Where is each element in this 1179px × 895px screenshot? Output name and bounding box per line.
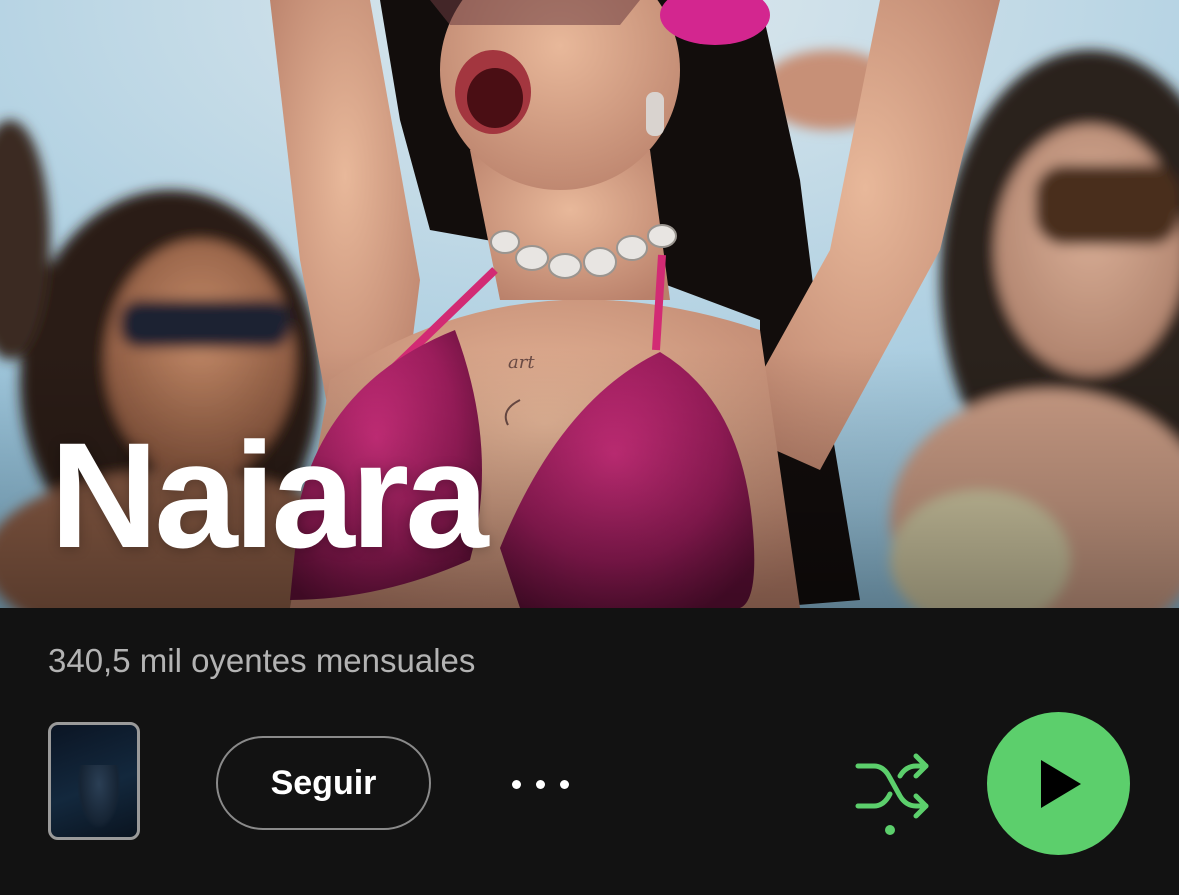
shuffle-active-dot <box>885 825 895 835</box>
play-icon <box>1040 759 1081 808</box>
artist-name: Naiara <box>50 411 489 579</box>
more-options-icon <box>511 779 521 789</box>
more-options-icon-dot <box>535 779 545 789</box>
artist-header-image: art Naiara <box>0 0 1179 608</box>
thumbnail-figure <box>77 765 121 829</box>
artist-action-bar: Seguir <box>0 700 1179 860</box>
latest-release-thumbnail[interactable] <box>48 722 140 840</box>
play-button[interactable] <box>987 712 1130 855</box>
shuffle-icon <box>855 753 929 835</box>
shuffle-button[interactable] <box>852 750 932 842</box>
follow-button[interactable]: Seguir <box>216 736 431 830</box>
more-options-icon-dot <box>559 779 569 789</box>
monthly-listeners: 340,5 mil oyentes mensuales <box>48 642 476 679</box>
more-options-button[interactable] <box>505 756 575 812</box>
